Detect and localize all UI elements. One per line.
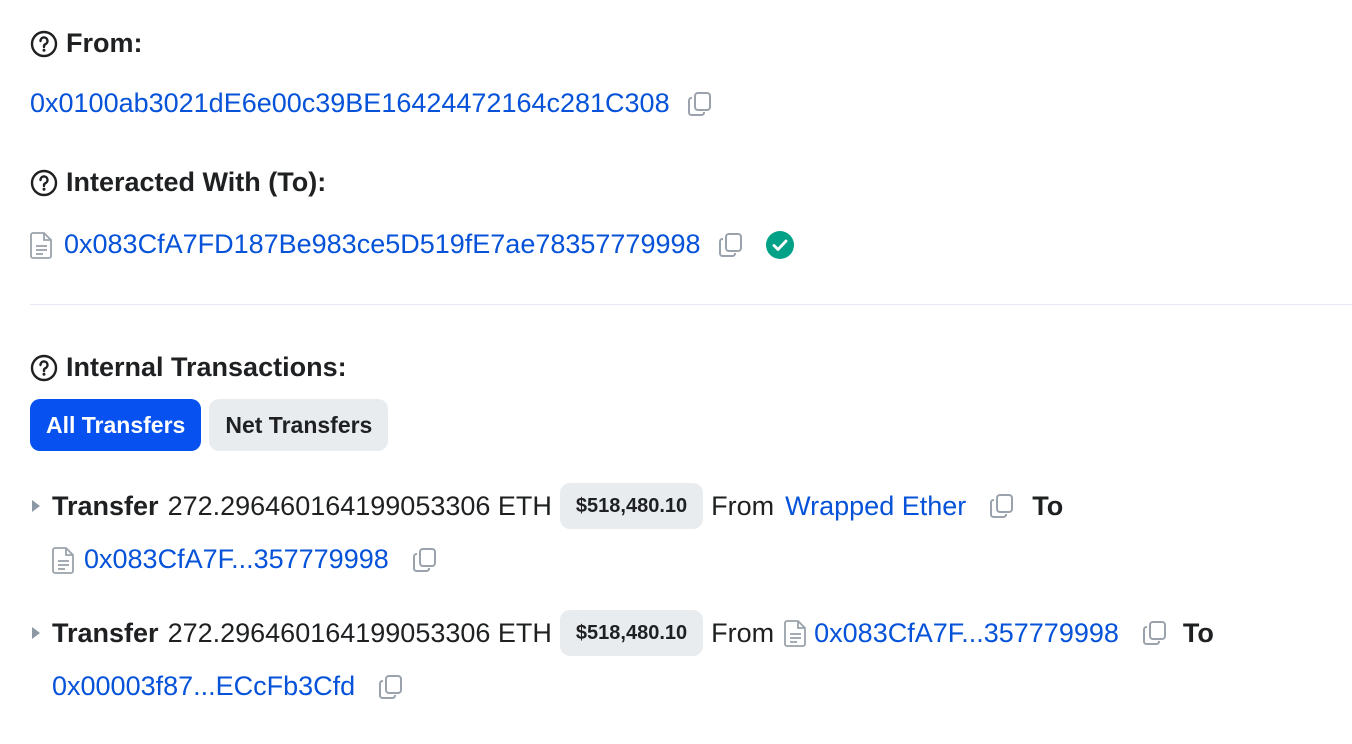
from-address-row: 0x0100ab3021dE6e00c39BE16424472164c281C3…	[30, 88, 714, 119]
internal-transactions-label: Internal Transactions:	[66, 352, 347, 382]
usd-value-badge: $518,480.10	[559, 483, 704, 529]
transfer-to-link[interactable]: 0x00003f87...ECcFb3Cfd	[52, 671, 355, 702]
to-word: To	[1182, 617, 1214, 648]
transfer-to-row: 0x00003f87...ECcFb3Cfd	[52, 671, 405, 702]
contract-document-icon	[52, 545, 76, 575]
from-address-link[interactable]: 0x0100ab3021dE6e00c39BE16424472164c281C3…	[30, 88, 670, 119]
contract-document-icon	[30, 230, 54, 260]
interacted-address-link[interactable]: 0x083CfA7FD187Be983ce5D519fE7ae783577799…	[64, 229, 701, 260]
section-divider	[30, 304, 1352, 305]
interacted-label: Interacted With (To):	[66, 167, 327, 197]
from-word: From	[711, 490, 775, 521]
help-icon[interactable]	[30, 169, 58, 197]
transfer-row: Transfer 272.296460164199053306 ETH $518…	[30, 483, 1063, 529]
transfer-from-link[interactable]: 0x083CfA7F...357779998	[814, 618, 1119, 649]
interacted-label-row: Interacted With (To):	[30, 167, 326, 198]
transfer-type: Transfer	[52, 617, 159, 648]
copy-icon[interactable]	[988, 492, 1016, 520]
copy-icon[interactable]	[686, 90, 714, 118]
interacted-address-row: 0x083CfA7FD187Be983ce5D519fE7ae783577799…	[30, 229, 795, 260]
help-icon[interactable]	[30, 354, 58, 382]
copy-icon[interactable]	[1141, 619, 1169, 647]
copy-icon[interactable]	[377, 673, 405, 701]
help-icon[interactable]	[30, 30, 58, 58]
transfer-from-link[interactable]: Wrapped Ether	[785, 491, 966, 522]
internal-label-row: Internal Transactions:	[30, 352, 347, 383]
transfer-tabs: All Transfers Net Transfers	[30, 399, 389, 451]
verified-check-icon	[765, 230, 795, 260]
transfer-to-row: 0x083CfA7F...357779998	[52, 544, 439, 575]
tab-net-transfers[interactable]: Net Transfers	[209, 399, 389, 451]
transfer-row: Transfer 272.296460164199053306 ETH $518…	[30, 610, 1214, 656]
transfer-to-link[interactable]: 0x083CfA7F...357779998	[84, 544, 389, 575]
copy-icon[interactable]	[411, 546, 439, 574]
from-word: From	[711, 617, 775, 648]
transfer-type: Transfer	[52, 490, 159, 521]
transfer-amount: 272.296460164199053306 ETH	[167, 617, 552, 648]
from-label: From:	[66, 28, 143, 58]
expand-caret-icon[interactable]	[30, 625, 42, 641]
to-word: To	[1032, 490, 1064, 521]
from-label-row: From:	[30, 28, 143, 59]
copy-icon[interactable]	[717, 231, 745, 259]
expand-caret-icon[interactable]	[30, 498, 42, 514]
contract-document-icon	[784, 618, 808, 648]
tab-all-transfers[interactable]: All Transfers	[30, 399, 202, 451]
usd-value-badge: $518,480.10	[559, 610, 704, 656]
transfer-amount: 272.296460164199053306 ETH	[167, 490, 552, 521]
